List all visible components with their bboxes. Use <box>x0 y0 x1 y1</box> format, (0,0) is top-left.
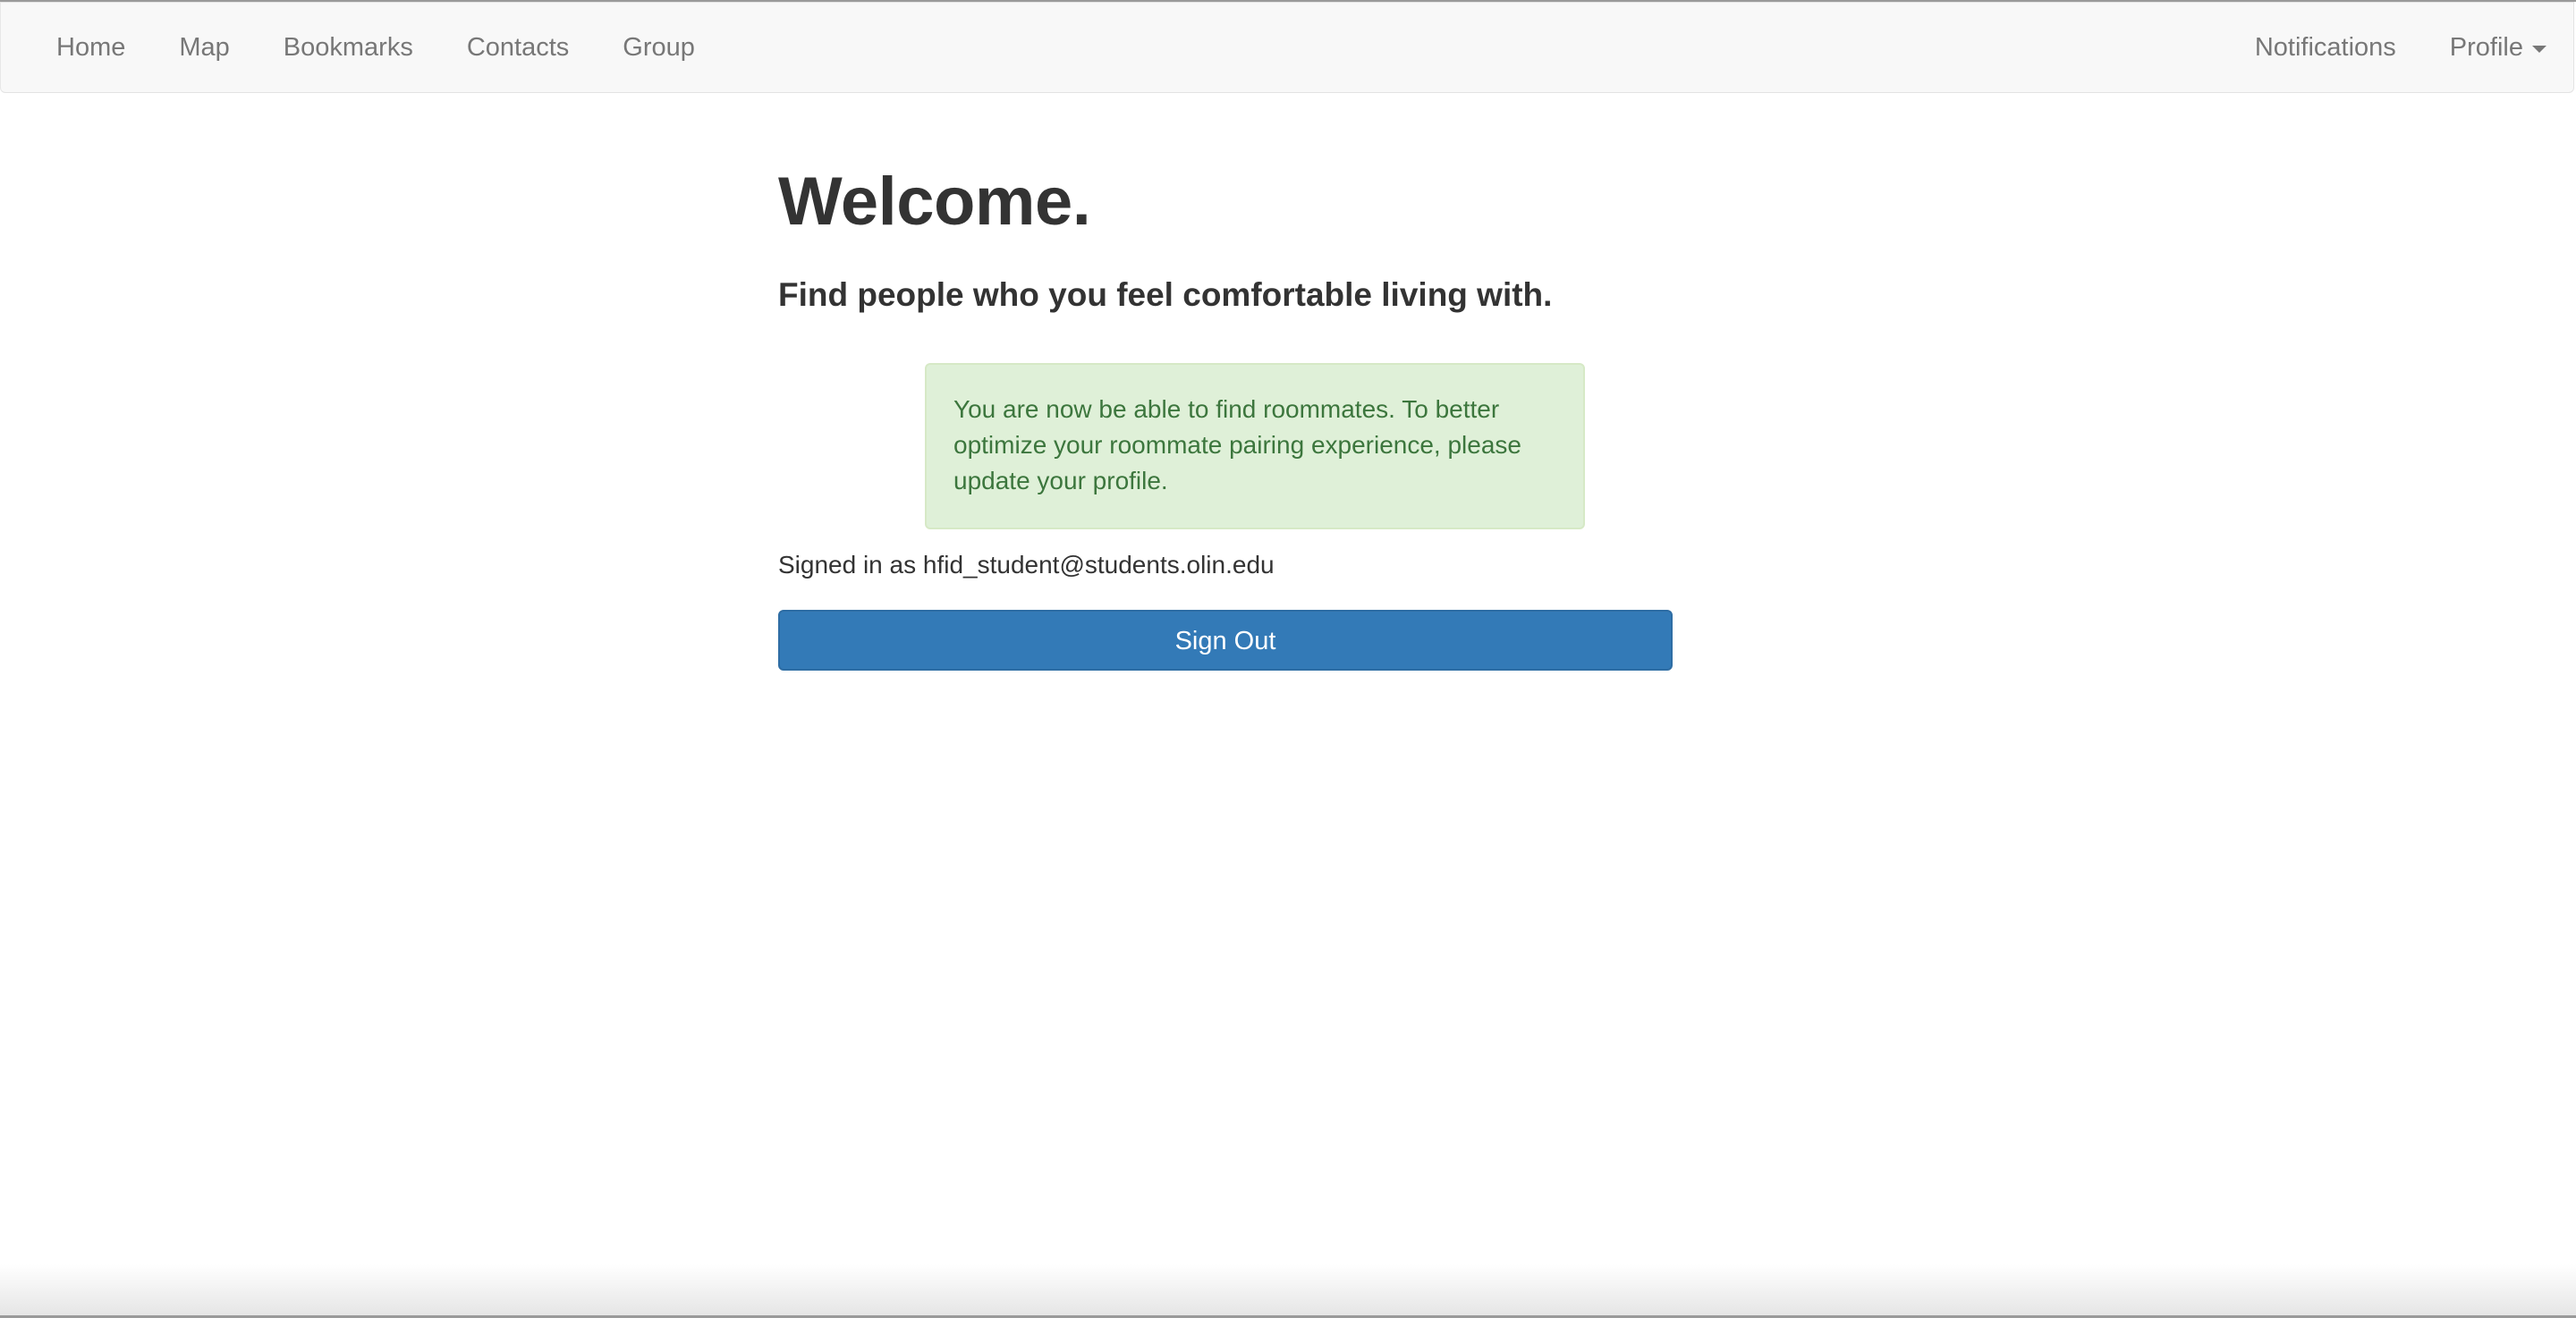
profile-dropdown[interactable]: Profile <box>2423 3 2573 92</box>
signed-in-status: Signed in as hfid_student@students.olin.… <box>778 551 1275 579</box>
nav-left: Home Map Bookmarks Contacts Group <box>30 3 722 92</box>
main-content: Welcome. Find people who you feel comfor… <box>778 93 1673 671</box>
navbar: Home Map Bookmarks Contacts Group Notifi… <box>0 2 2574 93</box>
nav-group-link[interactable]: Group <box>596 3 722 92</box>
success-alert: You are now be able to find roommates. T… <box>925 363 1585 529</box>
nav-home-link[interactable]: Home <box>30 3 152 92</box>
nav-contacts-link[interactable]: Contacts <box>440 3 596 92</box>
page-tagline: Find people who you feel comfortable liv… <box>778 275 1553 313</box>
page: Home Map Bookmarks Contacts Group Notifi… <box>0 0 2576 1318</box>
nav-map-link[interactable]: Map <box>152 3 256 92</box>
nav-bookmarks-link[interactable]: Bookmarks <box>257 3 440 92</box>
window-bottom-shadow <box>0 1264 2576 1318</box>
caret-down-icon <box>2532 46 2546 53</box>
page-title: Welcome. <box>778 164 1091 240</box>
nav-right: Notifications Profile <box>2228 3 2573 92</box>
nav-notifications-link[interactable]: Notifications <box>2228 3 2423 92</box>
sign-out-button[interactable]: Sign Out <box>778 610 1673 671</box>
profile-dropdown-label: Profile <box>2449 33 2523 62</box>
